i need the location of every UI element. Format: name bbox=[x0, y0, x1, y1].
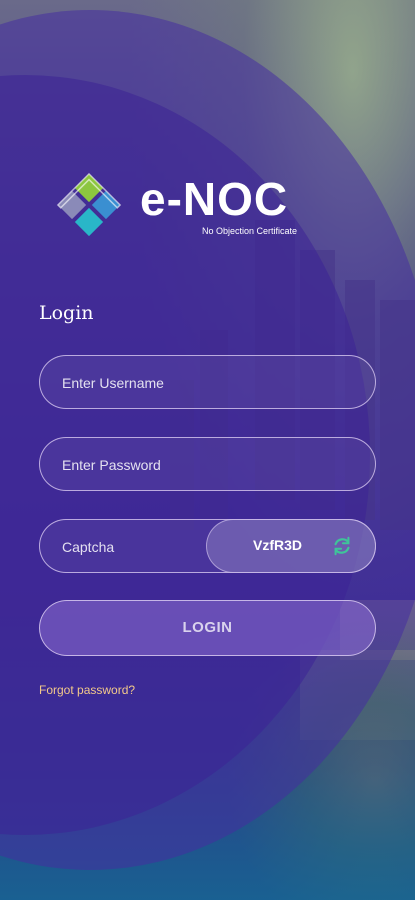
enoc-logo-mark-icon bbox=[56, 172, 122, 237]
app-logo: e-NOC No Objection Certificate bbox=[54, 170, 314, 242]
brand-name: e-NOC bbox=[140, 173, 289, 225]
captcha-box: VzfR3D bbox=[206, 519, 376, 573]
forgot-password-link[interactable]: Forgot password? bbox=[39, 683, 135, 697]
login-button[interactable]: LOGIN bbox=[39, 600, 376, 656]
captcha-field[interactable]: VzfR3D bbox=[39, 519, 376, 574]
captcha-code: VzfR3D bbox=[253, 537, 303, 553]
username-input[interactable] bbox=[60, 356, 344, 410]
username-field[interactable] bbox=[39, 355, 376, 410]
refresh-icon[interactable] bbox=[331, 535, 353, 557]
password-field[interactable] bbox=[39, 437, 376, 492]
page-title: Login bbox=[39, 302, 94, 324]
captcha-input[interactable] bbox=[60, 520, 204, 574]
brand-tagline: No Objection Certificate bbox=[202, 226, 298, 236]
password-input[interactable] bbox=[60, 438, 344, 492]
